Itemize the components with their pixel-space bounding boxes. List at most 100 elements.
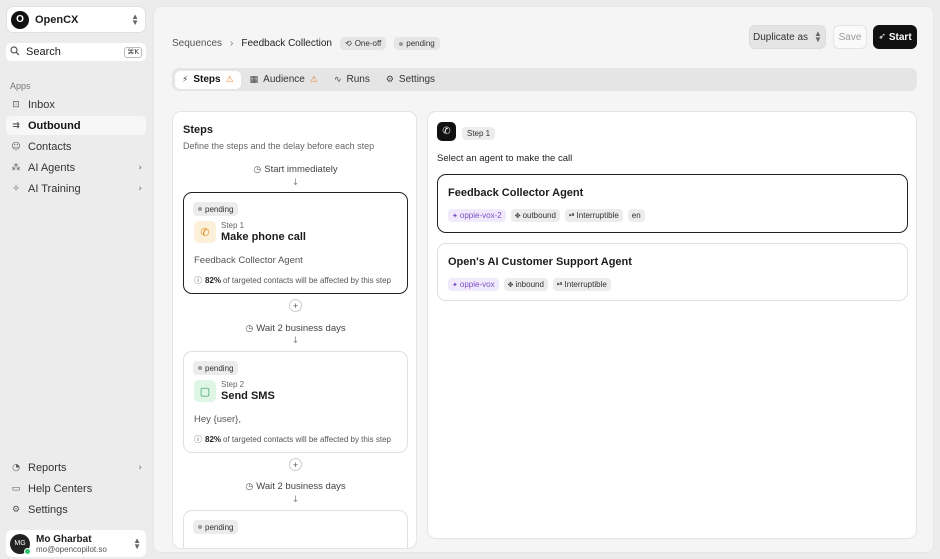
- sidebar-item-label: AI Training: [28, 182, 81, 195]
- sidebar-item-inbox[interactable]: ⊡ Inbox: [6, 95, 146, 114]
- step-body: Feedback Collector Agent: [194, 255, 303, 266]
- status-dot: [198, 366, 202, 370]
- chevron-updown-icon: ▲ ▼: [814, 29, 822, 44]
- duplicate-label: Duplicate as: [753, 31, 809, 43]
- sidebar-item-help-centers[interactable]: ▭ Help Centers: [6, 479, 146, 498]
- chevron-updown-icon: ▲ ▼: [133, 535, 141, 551]
- tab-settings[interactable]: ⚙ Settings: [379, 71, 442, 89]
- main-content: Sequences › Feedback Collection ⟲ One-of…: [153, 6, 934, 553]
- step-label: Step 2: [221, 380, 245, 389]
- direction-tag: ✥ inbound: [503, 278, 548, 291]
- delay-timing[interactable]: ◷ Wait 2 business days: [173, 481, 416, 492]
- sidebar-item-ai-training[interactable]: ✧ AI Training ›: [6, 179, 146, 198]
- sidebar-item-ai-agents[interactable]: ⁂ AI Agents ›: [6, 158, 146, 177]
- user-menu[interactable]: MG Mo Gharbat mo@opencopilot.so ▲ ▼: [6, 530, 146, 557]
- voice-tag: ✦ oppie-vox-2: [448, 209, 506, 222]
- tab-bar: ⚡ Steps ⚠ ▦ Audience ⚠ ∿ Runs ⚙ Settings: [172, 68, 917, 91]
- arrow-down-icon: ↓: [291, 495, 300, 505]
- sidebar-item-label: Help Centers: [28, 482, 93, 495]
- step-card-1[interactable]: pending ✆ Step 1 Make phone call Feedbac…: [183, 192, 408, 294]
- tab-steps[interactable]: ⚡ Steps ⚠: [175, 70, 241, 89]
- voice-tag: ✦ oppie-vox: [448, 278, 499, 291]
- step-affected: ⓘ 82% of targeted contacts will be affecte…: [194, 275, 391, 286]
- badge-label: One-off: [354, 39, 382, 48]
- step-affected: ⓘ 82% of targeted contacts will be affecte…: [194, 434, 391, 445]
- online-status-dot: [24, 547, 31, 555]
- outbound-icon: ⇉: [12, 120, 20, 131]
- breadcrumb: Sequences › Feedback Collection ⟲ One-of…: [172, 37, 440, 50]
- tab-audience[interactable]: ▦ Audience ⚠: [243, 71, 325, 89]
- sequence-type-badge: ⟲ One-off: [340, 37, 387, 50]
- status-badge: pending: [193, 520, 239, 534]
- gear-icon: ⚙: [385, 74, 394, 85]
- affected-percent: 82%: [205, 276, 222, 285]
- sidebar-item-label: Inbox: [28, 98, 55, 111]
- info-icon: ⓘ: [194, 435, 202, 444]
- add-step-button[interactable]: +: [289, 458, 302, 471]
- phone-icon: ✆: [194, 221, 216, 243]
- workspace-switcher[interactable]: O OpenCX ▲ ▼: [6, 6, 146, 33]
- tag-label: inbound: [515, 280, 544, 289]
- tab-label: Audience: [263, 74, 305, 85]
- step-title: Send SMS: [221, 390, 275, 402]
- sidebar-item-label: Reports: [28, 461, 67, 474]
- warning-icon: ⚠: [225, 74, 234, 85]
- status-dot: [198, 207, 202, 211]
- timing-label: Start immediately: [264, 164, 338, 175]
- interrupt-icon: ⏯: [568, 211, 575, 219]
- tab-runs[interactable]: ∿ Runs: [327, 71, 377, 89]
- sequence-type-icon: ⟲: [345, 39, 352, 48]
- sidebar-item-settings[interactable]: ⚙ Settings: [6, 500, 146, 519]
- clock-icon: ◷: [253, 165, 262, 175]
- rocket-icon: ➶: [878, 32, 886, 42]
- timing-label: Wait 2 business days: [256, 481, 346, 492]
- sidebar-item-outbound[interactable]: ⇉ Outbound: [6, 116, 146, 135]
- breadcrumb-root[interactable]: Sequences: [172, 38, 222, 49]
- steps-subtitle: Define the steps and the delay before ea…: [183, 141, 375, 151]
- duplicate-as-select[interactable]: Duplicate as ▲ ▼: [749, 25, 826, 49]
- badge-label: pending: [205, 363, 234, 373]
- sparkle-icon: ✦: [452, 211, 458, 220]
- chevron-right-icon: ›: [138, 462, 142, 473]
- arrow-down-icon: ↓: [291, 178, 300, 188]
- tag-label: Interruptible: [564, 280, 607, 289]
- step-badge: Step 1: [462, 127, 496, 140]
- delay-timing[interactable]: ◷ Wait 2 business days: [173, 323, 416, 334]
- settings-icon: ⚙: [11, 504, 21, 515]
- step-title: Make phone call: [221, 231, 306, 243]
- sparkle-icon: ✦: [452, 280, 458, 289]
- direction-icon: ✥: [514, 211, 521, 220]
- avatar-initials: MG: [14, 540, 26, 547]
- start-button[interactable]: ➶ Start: [873, 25, 917, 49]
- apps-section-label: Apps: [10, 81, 31, 91]
- direction-tag: ✥ outbound: [510, 209, 560, 222]
- sidebar-item-reports[interactable]: ◔ Reports ›: [6, 458, 146, 477]
- sidebar-item-label: Contacts: [28, 140, 72, 153]
- tab-label: Steps: [193, 74, 221, 85]
- status-badge: pending: [193, 202, 239, 216]
- status-dot: [399, 41, 404, 46]
- steps-panel: Steps Define the steps and the delay bef…: [172, 111, 417, 549]
- sidebar-item-contacts[interactable]: ☺ Contacts: [6, 137, 146, 156]
- agent-option-customer-support[interactable]: Open's AI Customer Support Agent ✦ oppie-…: [437, 243, 908, 301]
- affected-text: of targeted contacts will be affected by…: [223, 435, 391, 444]
- agent-tags: ✦ oppie-vox ✥ inbound ⏯ Interruptible: [448, 278, 616, 291]
- search-icon: [10, 45, 22, 59]
- search-button[interactable]: Search ⌘K: [6, 43, 146, 61]
- search-label: Search: [26, 46, 61, 58]
- tag-label: oppie-vox: [459, 280, 495, 289]
- save-button[interactable]: Save: [833, 25, 867, 49]
- start-timing[interactable]: ◷ Start immediately: [173, 164, 416, 175]
- step-label: Step 1: [221, 221, 245, 230]
- step-card-2[interactable]: pending ▢ Step 2 Send SMS Hey {user}, ⓘ 8…: [183, 351, 408, 453]
- search-shortcut: ⌘K: [124, 46, 142, 58]
- badge-label: pending: [205, 204, 234, 214]
- add-step-button[interactable]: +: [289, 299, 302, 312]
- step-card-3[interactable]: pending: [183, 510, 408, 548]
- status-badge: pending: [394, 37, 440, 50]
- steps-icon: ⚡: [182, 74, 189, 85]
- agent-option-feedback-collector[interactable]: Feedback Collector Agent ✦ oppie-vox-2 ✥ o…: [437, 174, 908, 233]
- chevron-right-icon: ›: [230, 38, 234, 49]
- reports-icon: ◔: [12, 462, 20, 473]
- badge-label: pending: [205, 522, 234, 532]
